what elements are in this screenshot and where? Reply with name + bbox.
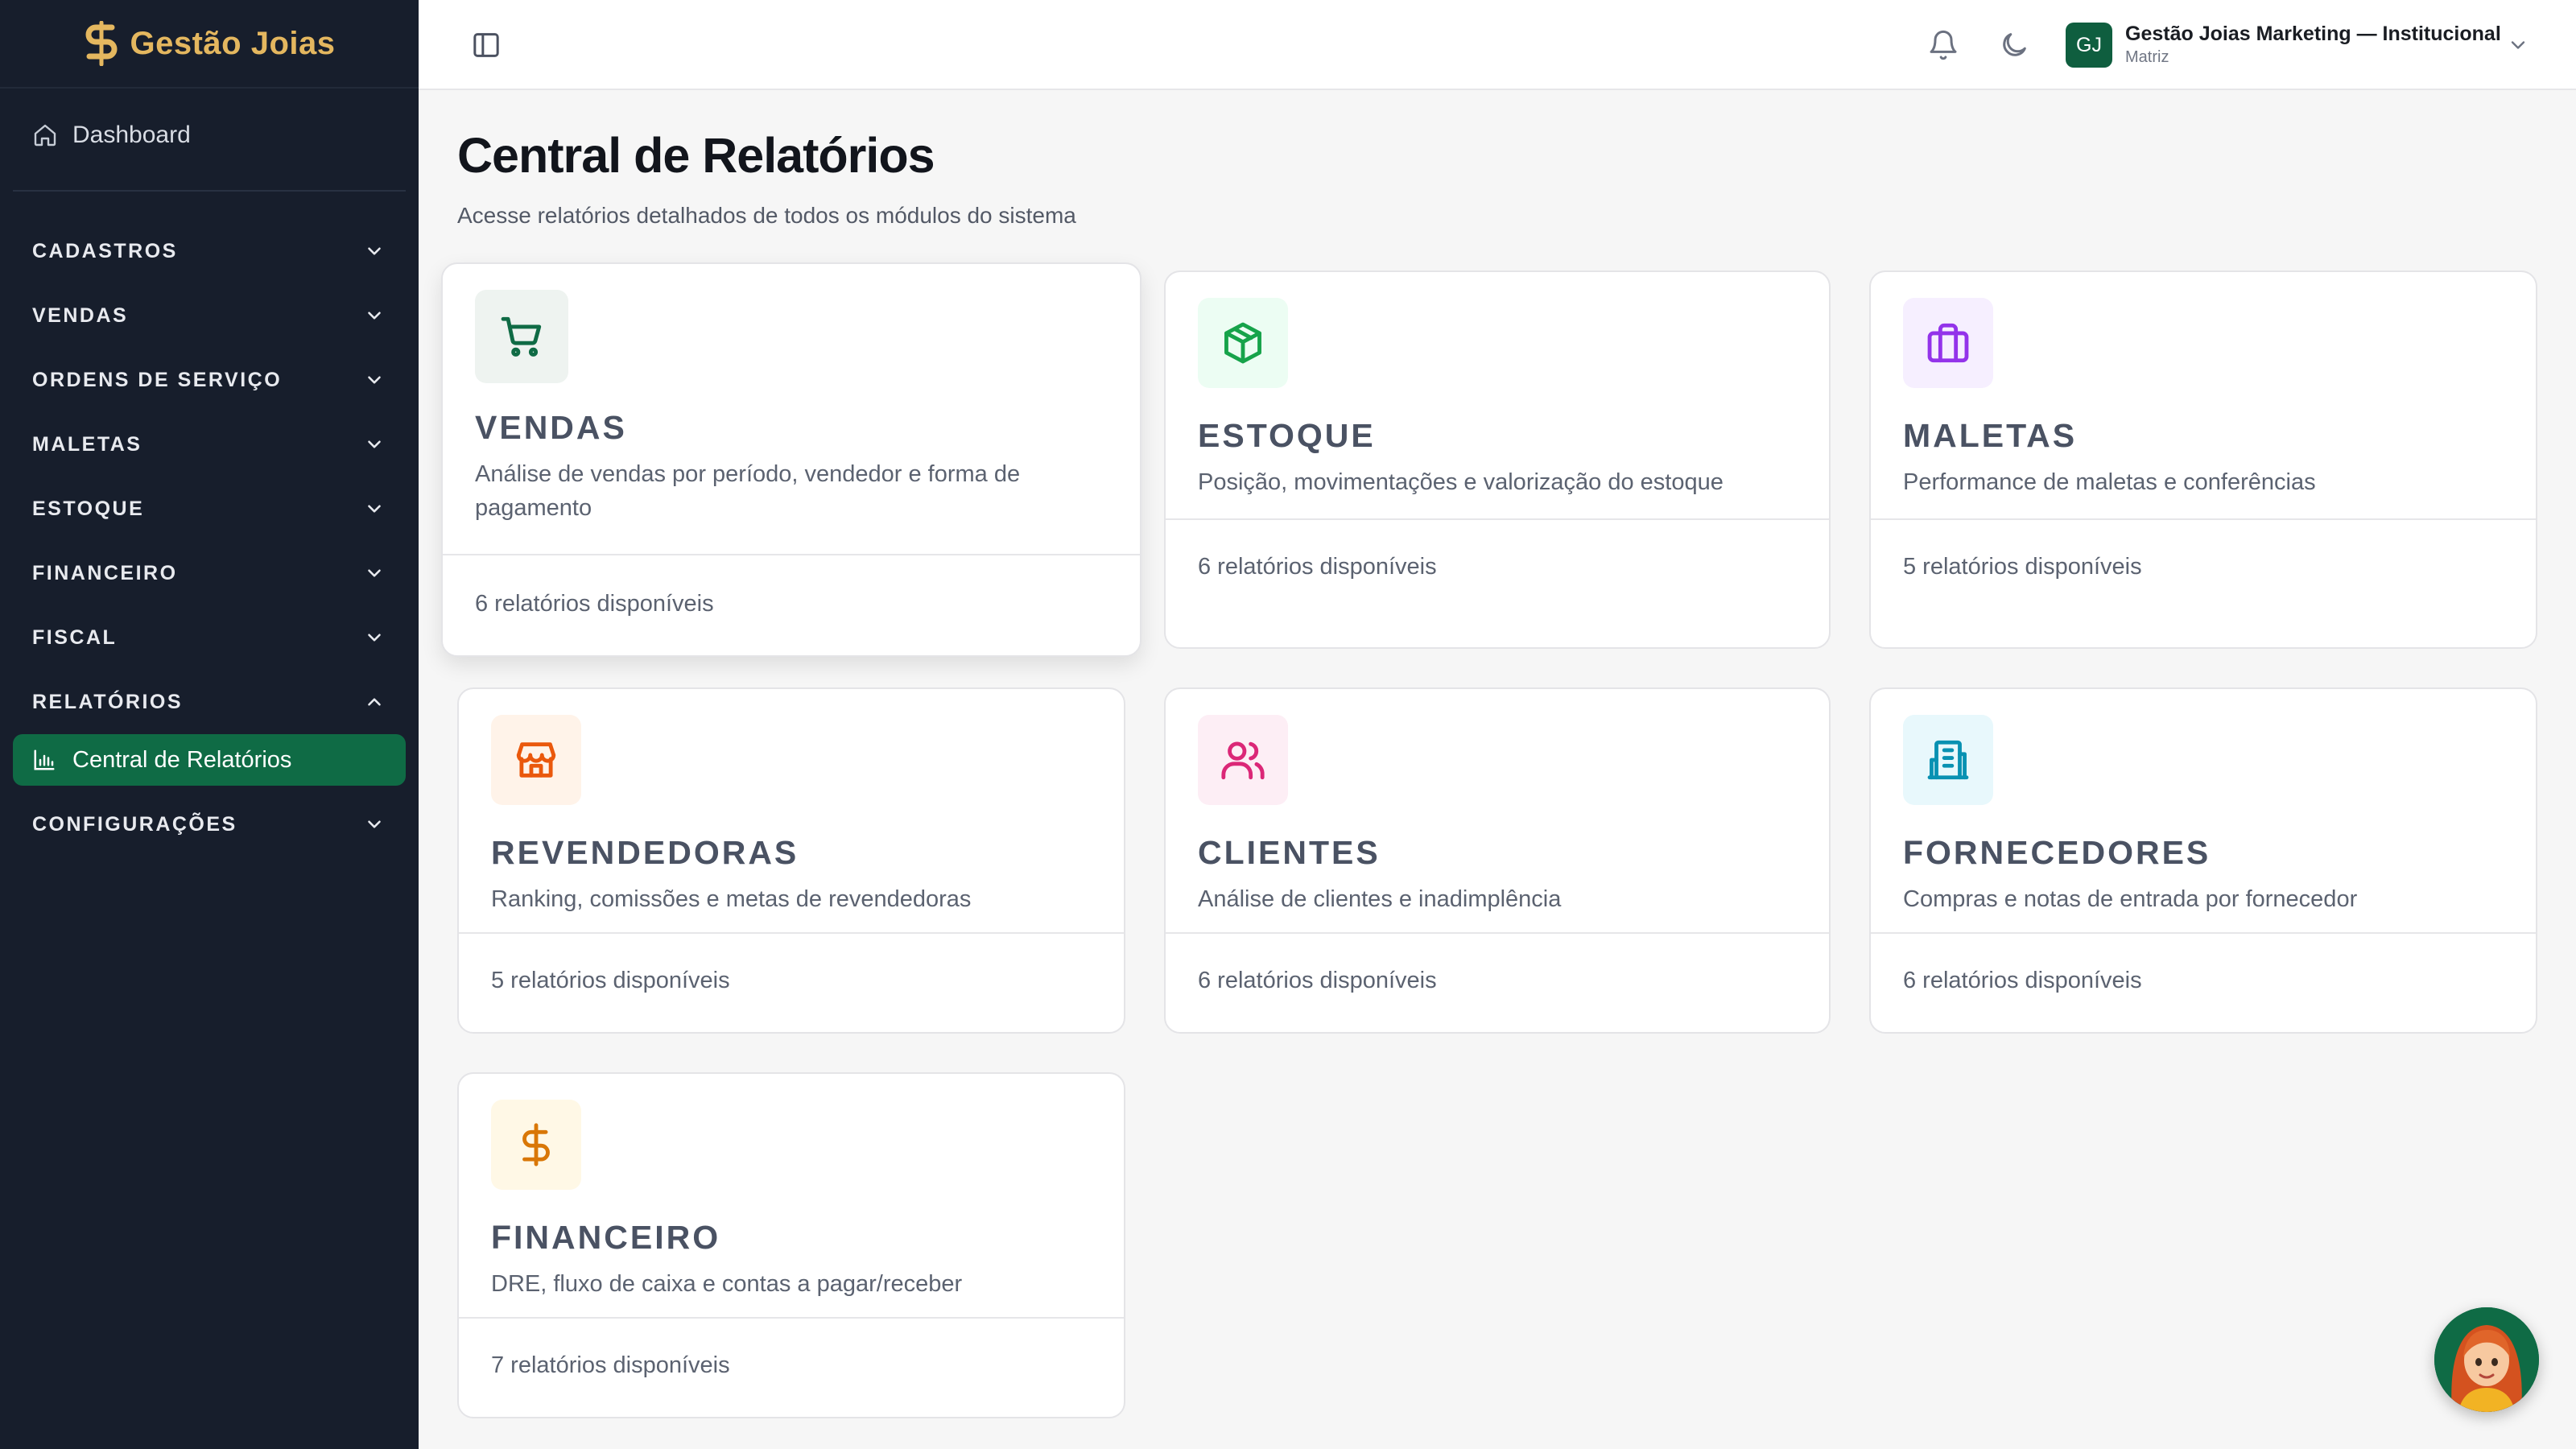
sidebar-section-label: ESTOQUE: [32, 497, 145, 520]
sidebar-section-estoque[interactable]: ESTOQUE: [0, 477, 419, 541]
chevron-down-icon: [368, 634, 381, 642]
sidebar-section-label: FINANCEIRO: [32, 561, 178, 584]
card-icon-bg: [1903, 715, 1993, 805]
sidebar-section-label: ORDENS DE SERVIÇO: [32, 368, 283, 391]
card-title: FORNECEDORES: [1903, 834, 2211, 871]
card-description: Compras e notas de entrada por fornecedo…: [1903, 886, 2358, 912]
sidebar-section-label: RELATÓRIOS: [32, 690, 184, 713]
sidebar-divider: [13, 190, 406, 192]
assistant-avatar-button[interactable]: [2434, 1307, 2539, 1412]
sidebar-section-ordens-de-servico[interactable]: ORDENS DE SERVIÇO: [0, 348, 419, 412]
card-title: FINANCEIRO: [491, 1219, 721, 1256]
card-report-count: 7 relatórios disponíveis: [491, 1352, 730, 1378]
chevron-down-icon: [368, 440, 381, 448]
package-icon: [1224, 322, 1261, 364]
card-description: Performance de maletas e conferências: [1903, 469, 2316, 495]
card-report-count: 6 relatórios disponíveis: [1198, 554, 1437, 580]
top-header: GJ Gestão Joias Marketing — Instituciona…: [419, 0, 2576, 90]
assistant-avatar-icon: [2434, 1307, 2539, 1412]
card-icon-bg: [1198, 715, 1288, 805]
report-card-revendedoras[interactable]: REVENDEDORAS Ranking, comissões e metas …: [457, 687, 1125, 1034]
sidebar-section-cadastros[interactable]: CADASTROS: [0, 219, 419, 283]
card-report-count: 5 relatórios disponíveis: [1903, 554, 2142, 580]
sidebar-section-configuracoes[interactable]: CONFIGURAÇÕES: [0, 792, 419, 857]
sidebar-section-label: VENDAS: [32, 303, 129, 327]
building-icon: [1927, 740, 1969, 780]
report-card-vendas[interactable]: VENDAS Análise de vendas por período, ve…: [441, 262, 1141, 657]
shopping-cart-icon: [501, 316, 542, 357]
card-icon-bg: [475, 290, 568, 383]
sidebar-section-maletas[interactable]: MALETAS: [0, 412, 419, 477]
dollar-icon: [522, 1123, 550, 1166]
bar-chart-icon: [34, 749, 55, 770]
report-card-fornecedores[interactable]: FORNECEDORES Compras e notas de entrada …: [1869, 687, 2537, 1034]
card-report-count: 6 relatórios disponíveis: [475, 591, 714, 617]
report-card-estoque[interactable]: ESTOQUE Posição, movimentações e valoriz…: [1164, 270, 1831, 649]
page-title: Central de Relatórios: [457, 128, 935, 183]
org-name[interactable]: Gestão Joias Marketing — Institucional: [2125, 23, 2501, 46]
card-report-count: 6 relatórios disponíveis: [1198, 968, 1437, 993]
brand-logo-icon: [86, 21, 118, 66]
sidebar-item-dashboard[interactable]: Dashboard: [0, 89, 419, 182]
report-card-clientes[interactable]: CLIENTES Análise de clientes e inadimplê…: [1164, 687, 1831, 1034]
card-divider: [1871, 518, 2536, 520]
card-title: REVENDEDORAS: [491, 834, 799, 871]
sidebar-section-relatorios[interactable]: RELATÓRIOS: [0, 670, 419, 734]
card-description: Análise de clientes e inadimplência: [1198, 886, 1562, 912]
bell-icon[interactable]: [1927, 29, 1959, 61]
card-icon-bg: [1903, 298, 1993, 388]
sidebar: Gestão Joias Dashboard CADASTROS VENDAS …: [0, 0, 419, 1449]
card-icon-bg: [491, 715, 581, 805]
store-icon: [516, 742, 556, 778]
report-card-maletas[interactable]: MALETAS Performance de maletas e conferê…: [1869, 270, 2537, 649]
moon-icon[interactable]: [1998, 29, 2030, 61]
org-branch: Matriz: [2125, 48, 2169, 66]
chevron-down-icon: [368, 312, 381, 320]
brand-name: Gestão Joias: [130, 25, 336, 61]
sidebar-item-label: Dashboard: [72, 122, 191, 148]
sidebar-item-label: Central de Relatórios: [72, 746, 292, 773]
sidebar-section-label: MALETAS: [32, 432, 142, 456]
card-description: Posição, movimentações e valorização do …: [1198, 469, 1724, 495]
sidebar-section-label: CONFIGURAÇÕES: [32, 812, 237, 836]
home-icon: [34, 124, 56, 147]
sidebar-item-central-de-relatorios[interactable]: Central de Relatórios: [13, 734, 406, 786]
chevron-down-icon: [368, 569, 381, 577]
card-description: Análise de vendas por período, vendedor …: [475, 461, 1021, 521]
sidebar-section-label: FISCAL: [32, 625, 118, 649]
report-card-financeiro[interactable]: FINANCEIRO DRE, fluxo de caixa e contas …: [457, 1072, 1125, 1418]
card-divider: [459, 1317, 1124, 1319]
sidebar-section-label: CADASTROS: [32, 239, 178, 262]
chevron-down-icon: [368, 247, 381, 255]
chevron-down-icon: [368, 820, 381, 828]
page-subtitle: Acesse relatórios detalhados de todos os…: [457, 203, 1076, 228]
card-title: ESTOQUE: [1198, 417, 1376, 454]
chevron-up-icon: [368, 698, 381, 706]
card-divider: [443, 554, 1140, 555]
chevron-down-icon: [368, 376, 381, 384]
users-icon: [1221, 741, 1265, 780]
card-title: VENDAS: [475, 409, 627, 446]
card-divider: [1166, 518, 1829, 520]
card-report-count: 5 relatórios disponíveis: [491, 968, 730, 993]
avatar[interactable]: GJ: [2066, 23, 2112, 68]
card-title: CLIENTES: [1198, 834, 1381, 871]
sidebar-section-financeiro[interactable]: FINANCEIRO: [0, 541, 419, 605]
chevron-down-icon: [368, 505, 381, 513]
card-description: Ranking, comissões e metas de revendedor…: [491, 886, 972, 912]
sidebar-section-fiscal[interactable]: FISCAL: [0, 605, 419, 670]
briefcase-icon: [1927, 323, 1969, 363]
card-report-count: 6 relatórios disponíveis: [1903, 968, 2142, 993]
card-description: DRE, fluxo de caixa e contas a pagar/rec…: [491, 1271, 963, 1297]
sidebar-toggle-icon[interactable]: [470, 29, 502, 61]
card-divider: [1166, 932, 1829, 934]
card-icon-bg: [491, 1100, 581, 1190]
card-icon-bg: [1198, 298, 1288, 388]
chevron-down-icon[interactable]: [2507, 34, 2529, 56]
card-divider: [1871, 932, 2536, 934]
card-divider: [459, 932, 1124, 934]
brand[interactable]: Gestão Joias: [0, 0, 419, 89]
sidebar-section-vendas[interactable]: VENDAS: [0, 283, 419, 348]
card-title: MALETAS: [1903, 417, 2078, 454]
